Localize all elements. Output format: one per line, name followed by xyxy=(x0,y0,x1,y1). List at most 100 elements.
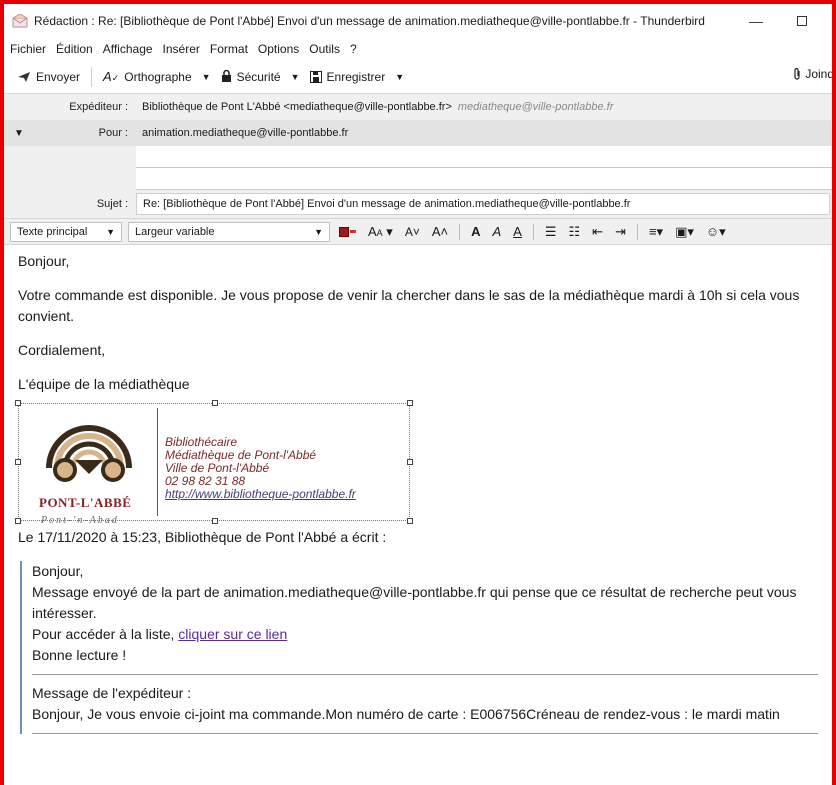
quoted-message: Bonjour, Message envoyé de la part de an… xyxy=(20,561,818,734)
numbered-list-icon: ☷ xyxy=(568,223,581,239)
quote-list-line: Pour accéder à la liste, cliquer sur ce … xyxy=(32,626,288,642)
menu-options[interactable]: Options xyxy=(258,42,299,56)
compose-window: Rédaction : Re: [Bibliothèque de Pont l'… xyxy=(0,0,836,785)
signature-divider xyxy=(157,408,158,516)
security-dropdown-chevron-icon[interactable]: ▼ xyxy=(286,69,305,85)
larger-text-button[interactable]: A˄ xyxy=(429,224,451,239)
message-body-editor[interactable]: Bonjour, Votre commande est disponible. … xyxy=(4,245,832,748)
resize-handle[interactable] xyxy=(212,400,218,406)
minimize-button[interactable]: — xyxy=(736,4,776,38)
subject-row: Sujet : Re: [Bibliothèque de Pont l'Abbé… xyxy=(4,190,832,218)
from-value: Bibliothèque de Pont L'Abbé <mediatheque… xyxy=(142,101,452,113)
attach-button[interactable]: Joind xyxy=(793,67,832,81)
menu-outils[interactable]: Outils xyxy=(309,42,340,56)
library-logo: PONT-L'ABBÉ Pont-'n-Abad xyxy=(27,416,151,526)
save-button[interactable]: Enregistrer xyxy=(305,67,391,87)
resize-handle[interactable] xyxy=(407,400,413,406)
font-size-icon: AA ▾ xyxy=(368,223,393,239)
quote-header: Le 17/11/2020 à 15:23, Bibliothèque de P… xyxy=(18,529,387,545)
recipient-type-chevron-icon[interactable]: ▼ xyxy=(14,128,24,139)
lock-icon xyxy=(221,70,231,82)
to-field[interactable]: animation.mediatheque@ville-pontlabbe.fr xyxy=(136,122,832,144)
recipient-empty-row[interactable] xyxy=(4,146,832,168)
recipient-empty-row[interactable] xyxy=(4,168,832,190)
quote-sender-label: Message de l'expéditeur : xyxy=(32,685,192,701)
toolbar-separator xyxy=(91,66,93,87)
insert-image-icon: ▣▾ xyxy=(675,223,694,239)
spelling-icon: A✓ xyxy=(103,69,120,84)
text-color-icon xyxy=(339,226,349,237)
from-select[interactable]: Bibliothèque de Pont L'Abbé <mediatheque… xyxy=(136,96,832,118)
quote-divider xyxy=(32,733,818,734)
larger-text-icon: A˄ xyxy=(431,224,449,239)
insert-image-button[interactable]: ▣▾ xyxy=(672,224,697,240)
underline-button[interactable]: A xyxy=(510,224,525,239)
resize-handle[interactable] xyxy=(212,518,218,524)
resize-handle[interactable] xyxy=(15,459,21,465)
smaller-text-button[interactable]: A˅ xyxy=(402,225,423,239)
from-alias: mediatheque@ville-pontlabbe.fr xyxy=(457,101,614,113)
numbered-list-button[interactable]: ☷ xyxy=(566,224,584,240)
font-select[interactable]: Largeur variable ▼ xyxy=(128,221,330,242)
save-icon xyxy=(309,70,322,83)
spelling-dropdown-chevron-icon[interactable]: ▼ xyxy=(197,69,216,85)
resize-handle[interactable] xyxy=(407,518,413,524)
send-button[interactable]: Envoyer xyxy=(12,67,85,87)
menu-bar: Fichier Édition Affichage Insérer Format… xyxy=(4,38,832,60)
signature-image[interactable]: PONT-L'ABBÉ Pont-'n-Abad Bibliothécaire … xyxy=(15,400,413,526)
font-size-button[interactable]: AA ▾ xyxy=(365,224,396,240)
quote-divider xyxy=(32,674,818,675)
resize-handle[interactable] xyxy=(407,459,413,465)
indent-button[interactable]: ⇥ xyxy=(612,224,629,240)
menu-inserer[interactable]: Insérer xyxy=(163,42,200,56)
list-link[interactable]: cliquer sur ce lien xyxy=(178,626,287,642)
quote-message: Message envoyé de la part de animation.m… xyxy=(32,584,797,621)
italic-button[interactable]: A xyxy=(490,224,505,239)
underline-icon: A xyxy=(513,224,522,239)
menu-affichage[interactable]: Affichage xyxy=(103,42,153,56)
spelling-button[interactable]: A✓ Orthographe xyxy=(98,66,197,87)
outdent-button[interactable]: ⇤ xyxy=(589,224,606,240)
quote-sender-message: Bonjour, Je vous envoie ci-joint ma comm… xyxy=(32,706,780,722)
format-separator xyxy=(459,223,461,240)
format-separator xyxy=(532,223,534,240)
menu-help[interactable]: ? xyxy=(350,42,357,56)
italic-icon: A xyxy=(492,224,502,239)
save-dropdown-chevron-icon[interactable]: ▼ xyxy=(390,69,409,85)
bullet-list-icon: ☰ xyxy=(544,223,557,239)
quote-greeting: Bonjour, xyxy=(32,563,84,579)
align-icon: ≡▾ xyxy=(648,223,664,239)
subject-label: Sujet : xyxy=(96,198,128,210)
smaller-text-icon: A˅ xyxy=(404,224,420,239)
body-greeting: Bonjour, xyxy=(18,253,70,269)
body-closing: Cordialement, xyxy=(18,342,106,358)
quote-enjoy: Bonne lecture ! xyxy=(32,647,127,663)
send-icon xyxy=(18,71,30,82)
chevron-down-icon: ▼ xyxy=(314,226,323,237)
message-headers: Expéditeur : Bibliothèque de Pont L'Abbé… xyxy=(4,94,832,219)
align-button[interactable]: ≡▾ xyxy=(646,224,666,240)
menu-edition[interactable]: Édition xyxy=(56,42,93,56)
resize-handle[interactable] xyxy=(15,400,21,406)
text-color-button[interactable] xyxy=(336,226,359,237)
resize-handle[interactable] xyxy=(15,518,21,524)
menu-fichier[interactable]: Fichier xyxy=(10,42,46,56)
security-button[interactable]: Sécurité xyxy=(216,67,286,87)
menu-format[interactable]: Format xyxy=(210,42,248,56)
to-row: ▼ Pour : animation.mediatheque@ville-pon… xyxy=(4,120,832,146)
maximize-button[interactable] xyxy=(782,4,822,38)
format-separator xyxy=(636,223,638,240)
subject-field[interactable]: Re: [Bibliothèque de Pont l'Abbé] Envoi … xyxy=(136,193,830,215)
from-label: Expéditeur : xyxy=(69,101,128,113)
format-toolbar: Texte principal ▼ Largeur variable ▼ AA … xyxy=(4,219,832,245)
bullet-list-button[interactable]: ☰ xyxy=(542,224,560,240)
compose-toolbar: Envoyer A✓ Orthographe ▼ Sécurité ▼ Enre… xyxy=(4,60,832,94)
paragraph-style-select[interactable]: Texte principal ▼ xyxy=(10,221,122,242)
signature-info: Bibliothécaire Médiathèque de Pont-l'Abb… xyxy=(165,436,356,501)
paperclip-icon xyxy=(794,67,800,80)
chevron-down-icon: ▼ xyxy=(106,226,115,237)
logo-subtext: Pont-'n-Abad xyxy=(41,515,119,526)
emoji-button[interactable]: ☺▾ xyxy=(703,224,729,240)
bold-button[interactable]: A xyxy=(468,224,483,239)
compose-app-icon xyxy=(12,13,28,28)
